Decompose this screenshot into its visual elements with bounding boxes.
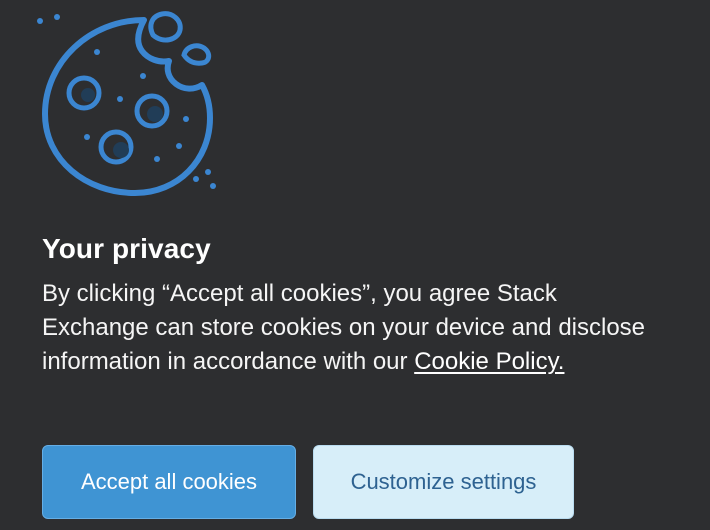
- customize-settings-button[interactable]: Customize settings: [313, 445, 574, 519]
- accept-all-cookies-button[interactable]: Accept all cookies: [42, 445, 296, 519]
- cookie-policy-link[interactable]: Cookie Policy.: [414, 348, 564, 375]
- cookie-icon: [30, 2, 240, 202]
- cookie-consent-dialog: Your privacy By clicking “Accept all coo…: [0, 0, 710, 530]
- privacy-description: By clicking “Accept all cookies”, you ag…: [42, 277, 652, 379]
- privacy-title: Your privacy: [42, 233, 211, 264]
